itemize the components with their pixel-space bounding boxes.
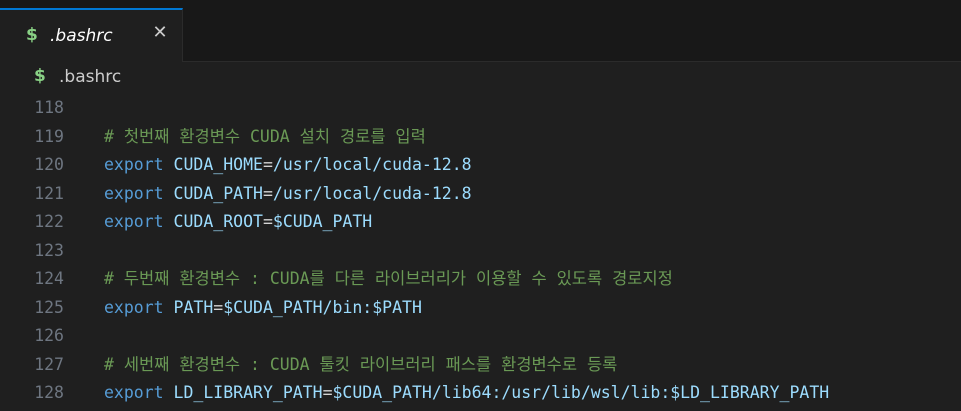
- code-token: =: [262, 183, 273, 203]
- line-number: 125: [34, 297, 64, 317]
- code-token: =: [262, 212, 273, 231]
- tab-bashrc[interactable]: $ .bashrc ✕: [0, 8, 183, 62]
- code-line[interactable]: 121 export CUDA_PATH=/usr/local/cuda-12.8: [0, 180, 961, 208]
- line-number: 122: [34, 212, 64, 231]
- code-token: =: [322, 383, 333, 402]
- line-number: 124: [34, 269, 64, 288]
- line-number: 120: [34, 155, 64, 174]
- shell-script-icon: $: [34, 66, 46, 86]
- code-line[interactable]: 128 export LD_LIBRARY_PATH=$CUDA_PATH/lib…: [0, 379, 961, 407]
- code-token: export: [104, 212, 164, 231]
- code-token: CUDA_PATH: [173, 183, 263, 203]
- code-text: # 세번째 환경변수 : CUDA 툴킷 라이브러리 패스를 환경변수로 등록: [104, 351, 617, 379]
- code-token: export: [104, 383, 164, 402]
- code-token: =: [262, 155, 273, 174]
- code-text: # 두번째 환경변수 : CUDA를 다른 라이브러리가 이용할 수 있도록 경…: [104, 265, 673, 293]
- code-line[interactable]: 118: [0, 94, 961, 122]
- code-token: $CUDA_PATH/bin:$PATH: [223, 297, 422, 317]
- code-token: CUDA_ROOT: [173, 212, 263, 231]
- code-token: export: [104, 297, 164, 317]
- code-line[interactable]: 125 export PATH=$CUDA_PATH/bin:$PATH: [0, 294, 961, 322]
- code-text: export CUDA_PATH=/usr/local/cuda-12.8: [104, 180, 472, 208]
- code-token: # 첫번째 환경변수 CUDA 설치 경로를 입력: [104, 126, 426, 146]
- code-text: export CUDA_HOME=/usr/local/cuda-12.8: [104, 151, 472, 179]
- code-text: export PATH=$CUDA_PATH/bin:$PATH: [104, 294, 422, 322]
- code-text: export LD_LIBRARY_PATH=$CUDA_PATH/lib64:…: [104, 379, 829, 407]
- code-line[interactable]: 127 # 세번째 환경변수 : CUDA 툴킷 라이브러리 패스를 환경변수로 …: [0, 351, 961, 379]
- breadcrumb-item-file[interactable]: .bashrc: [59, 67, 121, 87]
- line-number: 119: [34, 126, 64, 146]
- tab-label: .bashrc: [50, 26, 113, 46]
- code-line[interactable]: 126: [0, 322, 961, 350]
- code-token: /usr/local/cuda-12.8: [272, 183, 472, 203]
- breadcrumb: $ .bashrc: [0, 62, 961, 94]
- code-line[interactable]: 124 # 두번째 환경변수 : CUDA를 다른 라이브러리가 이용할 수 있도…: [0, 265, 961, 293]
- code-token: $CUDA_PATH/lib64:/usr/lib/wsl/lib:$LD_LI…: [332, 383, 830, 402]
- code-line[interactable]: 120 export CUDA_HOME=/usr/local/cuda-12.8: [0, 151, 961, 179]
- code-line[interactable]: 123: [0, 237, 961, 265]
- code-token: export: [104, 155, 164, 174]
- code-token: /usr/local/cuda-12.8: [272, 155, 472, 174]
- tab-bar: $ .bashrc ✕: [0, 0, 961, 62]
- line-number: 126: [34, 326, 64, 345]
- code-token: export: [104, 183, 164, 203]
- line-number: 127: [34, 354, 64, 374]
- close-icon[interactable]: ✕: [149, 22, 171, 44]
- code-text: export CUDA_ROOT=$CUDA_PATH: [104, 208, 372, 236]
- code-token: $CUDA_PATH: [272, 212, 373, 231]
- code-line[interactable]: 119 # 첫번째 환경변수 CUDA 설치 경로를 입력: [0, 123, 961, 151]
- code-line[interactable]: 122 export CUDA_ROOT=$CUDA_PATH: [0, 208, 961, 236]
- code-token: =: [213, 297, 224, 317]
- code-token: LD_LIBRARY_PATH: [173, 383, 323, 402]
- code-token: CUDA_HOME: [173, 155, 263, 174]
- line-number: 123: [34, 240, 64, 260]
- code-token: PATH: [173, 297, 214, 317]
- editor-window: $ .bashrc ✕ $ .bashrc 118 119 # 첫번째 환경변수 C…: [0, 0, 961, 411]
- line-number: 118: [34, 98, 64, 117]
- code-token: # 두번째 환경변수 : CUDA를 다른 라이브러리가 이용할 수 있도록 경…: [104, 269, 673, 288]
- code-editor[interactable]: 118 119 # 첫번째 환경변수 CUDA 설치 경로를 입력 120 export…: [0, 94, 961, 411]
- code-text: # 첫번째 환경변수 CUDA 설치 경로를 입력: [104, 123, 426, 151]
- code-token: # 세번째 환경변수 : CUDA 툴킷 라이브러리 패스를 환경변수로 등록: [104, 354, 618, 374]
- shell-script-icon: $: [26, 25, 38, 45]
- line-number: 121: [34, 183, 64, 203]
- line-number: 128: [34, 383, 64, 402]
